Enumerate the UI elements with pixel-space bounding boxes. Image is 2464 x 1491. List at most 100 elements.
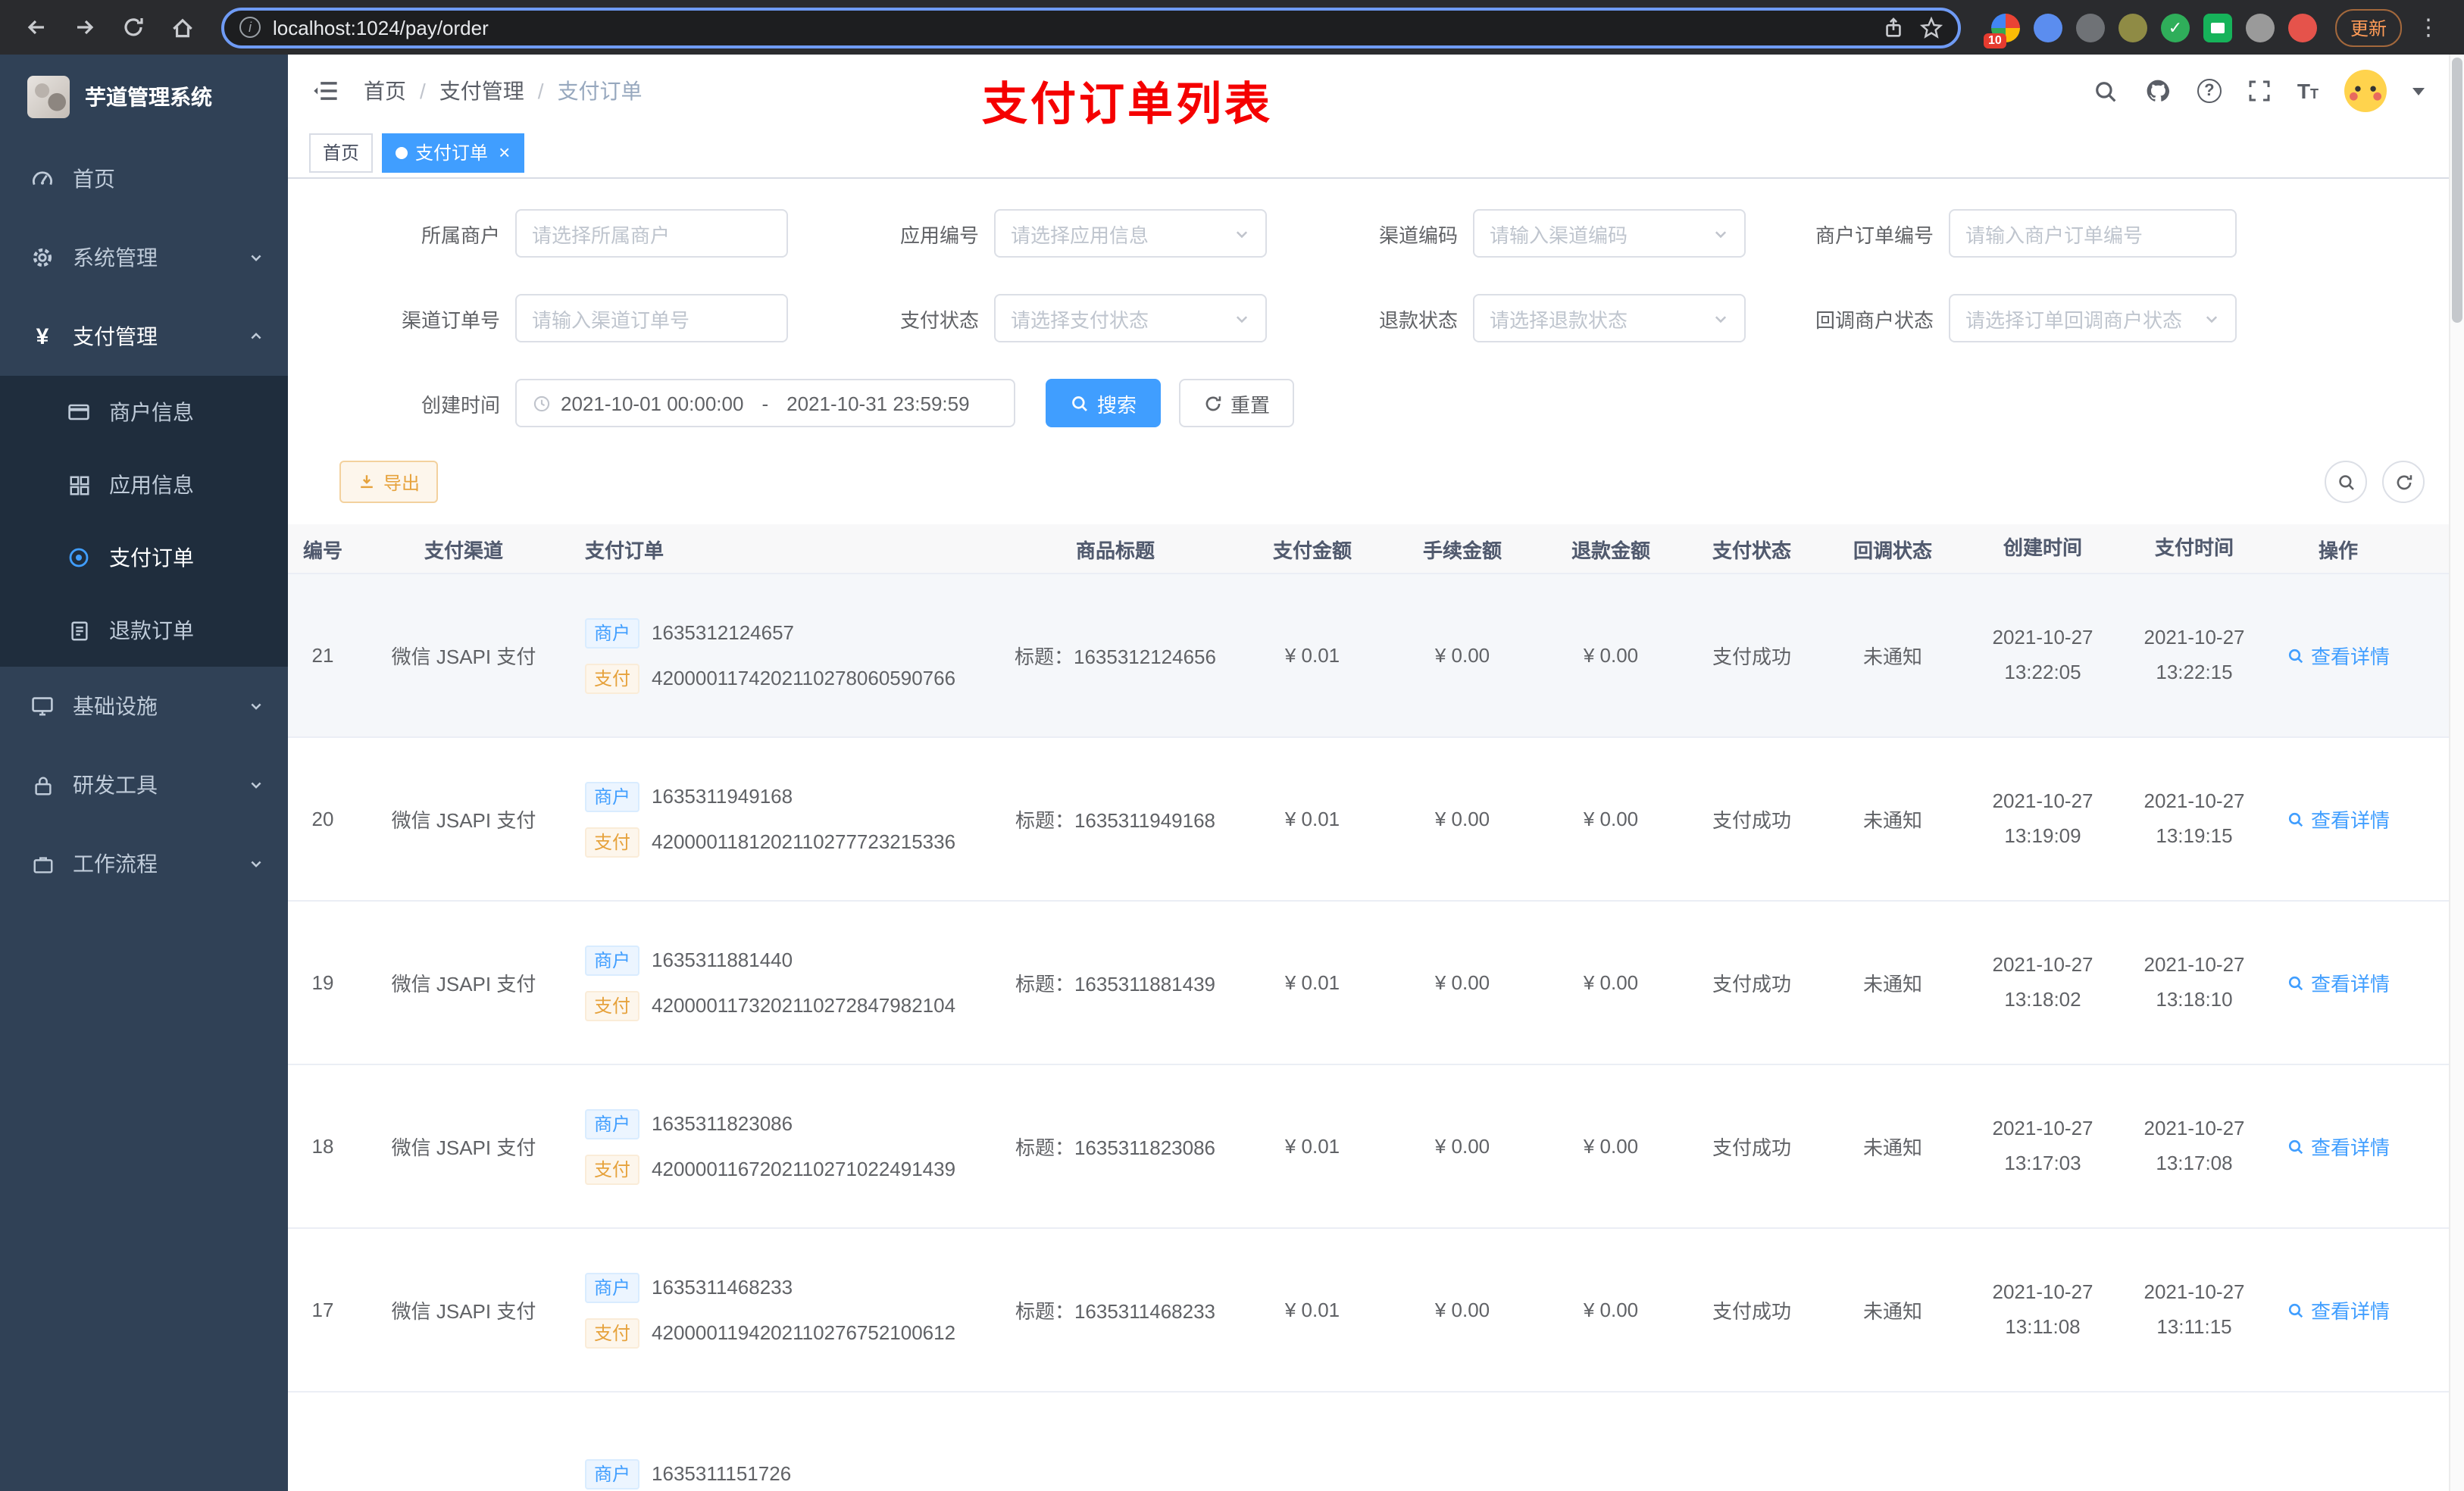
monitor-icon [30, 694, 55, 718]
cell-refund: ¥ 0.00 [1583, 971, 1639, 994]
notify-status-select[interactable]: 请选择订单回调商户状态 [1949, 294, 2237, 342]
cell-status: 支付成功 [1712, 645, 1791, 668]
browser-update-button[interactable]: 更新 [2334, 8, 2402, 46]
sidebar-item-home[interactable]: 首页 [0, 139, 288, 218]
briefcase-icon [30, 852, 55, 876]
cell-actions: 查看详情 [2270, 968, 2406, 997]
avatar[interactable] [2344, 70, 2387, 112]
extension-red-icon[interactable] [2287, 13, 2317, 42]
cell-status: 支付成功 [1712, 809, 1791, 832]
cell-amount: ¥ 0.01 [1284, 971, 1340, 994]
tab-pay-order[interactable]: 支付订单 × [382, 133, 524, 172]
cell-created: 2021-10-27 13:17:03 [1992, 1117, 2093, 1174]
reload-icon[interactable] [112, 6, 155, 48]
sidebar-item-workflow[interactable]: 工作流程 [0, 824, 288, 903]
chevron-down-icon [1234, 310, 1250, 327]
merchant-order-no-input[interactable]: 请输入商户订单编号 [1949, 209, 2237, 258]
share-icon[interactable] [1882, 16, 1905, 39]
sidebar-item-merchant-info[interactable]: 商户信息 [0, 376, 288, 449]
sidebar-item-label: 支付订单 [109, 545, 194, 570]
view-detail-link[interactable]: 查看详情 [2287, 1296, 2390, 1324]
sidebar-item-app-info[interactable]: 应用信息 [0, 449, 288, 521]
font-size-icon[interactable]: TT [2297, 79, 2319, 103]
sidebar-item-infra[interactable]: 基础设施 [0, 667, 288, 746]
home-icon[interactable] [161, 6, 203, 48]
app-select[interactable]: 请选择应用信息 [994, 209, 1267, 258]
forward-icon[interactable] [64, 6, 106, 48]
view-detail-link[interactable]: 查看详情 [2287, 1132, 2390, 1161]
filter-row-3: 创建时间 2021-10-01 00:00:00 - 2021-10-31 23… [288, 379, 2449, 427]
scrollbar-thumb[interactable] [2452, 58, 2462, 323]
merchant-select[interactable]: 请选择所属商户 [515, 209, 788, 258]
extension-gray-icon[interactable] [2075, 13, 2105, 42]
sidebar-item-label: 工作流程 [73, 852, 158, 876]
site-info-icon[interactable]: i [239, 17, 261, 38]
cell-channel: 微信 JSAPI 支付 [391, 645, 536, 668]
sidebar-toggle-icon[interactable] [312, 77, 339, 105]
refund-status-select[interactable]: 请选择退款状态 [1473, 294, 1746, 342]
col-channel: 支付渠道 [424, 539, 503, 561]
sidebar-item-pay-order[interactable]: 支付订单 [0, 521, 288, 594]
col-title: 商品标题 [1075, 539, 1155, 561]
col-notify: 回调状态 [1853, 539, 1932, 561]
browser-menu-icon[interactable]: ⋮ [2408, 14, 2449, 41]
sidebar-item-label: 研发工具 [73, 773, 158, 797]
extension-drop-icon[interactable] [2033, 13, 2062, 42]
sidebar-item-system[interactable]: 系统管理 [0, 218, 288, 297]
pay-status-select[interactable]: 请选择支付状态 [994, 294, 1267, 342]
search-icon[interactable] [2093, 78, 2118, 104]
extension-chat-icon[interactable] [2203, 13, 2232, 42]
search-button[interactable]: 搜索 [1046, 379, 1162, 427]
cell-title: 标题：1635311949168 [1015, 809, 1216, 832]
address-bar[interactable]: i localhost:1024/pay/order [221, 7, 1961, 48]
record-circle-icon [67, 545, 91, 570]
bank-card-icon [67, 400, 91, 424]
fullscreen-icon[interactable] [2247, 79, 2272, 103]
navbar-actions: ? TT [2093, 70, 2425, 112]
export-button[interactable]: 导出 [339, 461, 439, 503]
reset-button[interactable]: 重置 [1179, 379, 1295, 427]
breadcrumb-payment[interactable]: 支付管理 [439, 76, 524, 106]
chevron-down-icon [2203, 310, 2220, 327]
extension-check-icon[interactable]: ✓ [2160, 13, 2190, 42]
extensions-puzzle-icon[interactable] [2245, 13, 2275, 42]
cell-notify: 未通知 [1862, 809, 1922, 832]
merchant-label: 所属商户 [421, 223, 500, 246]
cell-id: 21 [311, 644, 334, 667]
close-icon[interactable]: × [499, 142, 510, 162]
notify-status-label: 回调商户状态 [1815, 308, 1934, 331]
view-detail-link[interactable]: 查看详情 [2287, 641, 2390, 670]
extension-grid-icon[interactable]: 10 [1983, 13, 2020, 48]
bookmark-star-icon[interactable] [1919, 16, 1943, 39]
sidebar-item-refund-order[interactable]: 退款订单 [0, 594, 288, 667]
cell-title: 标题：1635312124656 [1015, 645, 1216, 668]
toggle-search-button[interactable] [2325, 461, 2367, 503]
merchant-order-no: 1635312124657 [652, 621, 795, 644]
avatar-dropdown-caret-icon[interactable] [2412, 87, 2425, 95]
breadcrumb-home[interactable]: 首页 [364, 76, 406, 106]
view-detail-link[interactable]: 查看详情 [2287, 805, 2390, 833]
sidebar-item-payment[interactable]: ¥ 支付管理 [0, 297, 288, 376]
sidebar-item-devtools[interactable]: 研发工具 [0, 746, 288, 824]
extension-olive-icon[interactable] [2118, 13, 2147, 42]
yen-icon: ¥ [36, 324, 49, 349]
channel-code-select[interactable]: 请输入渠道编码 [1473, 209, 1746, 258]
refresh-button[interactable] [2382, 461, 2425, 503]
date-range-picker[interactable]: 2021-10-01 00:00:00 - 2021-10-31 23:59:5… [515, 379, 1015, 427]
cell-status: 支付成功 [1712, 1136, 1791, 1159]
channel-order-no-input[interactable]: 请输入渠道订单号 [515, 294, 788, 342]
cell-id: 20 [311, 808, 334, 830]
pay-order-no: 4200001194202110276752100612 [652, 1321, 956, 1344]
cell-order: 商户 1635312124657 支付 42000011742021102780… [570, 617, 994, 693]
github-icon[interactable] [2144, 77, 2172, 105]
help-icon[interactable]: ? [2197, 79, 2222, 103]
back-icon[interactable] [15, 6, 58, 48]
cell-paid: 2021-10-27 13:22:15 [2143, 626, 2245, 683]
main-area: 首页 / 支付管理 / 支付订单 支付订单列表 ? TT 首页 支付订单 × 所… [288, 55, 2449, 1491]
table-toolbar: 导出 [288, 461, 2449, 503]
merchant-tag: 商户 [585, 781, 640, 811]
pay-tag: 支付 [585, 990, 640, 1021]
view-detail-link[interactable]: 查看详情 [2287, 968, 2390, 997]
tab-home[interactable]: 首页 [309, 133, 374, 172]
cell-created: 2021-10-27 13:18:02 [1992, 953, 2093, 1010]
